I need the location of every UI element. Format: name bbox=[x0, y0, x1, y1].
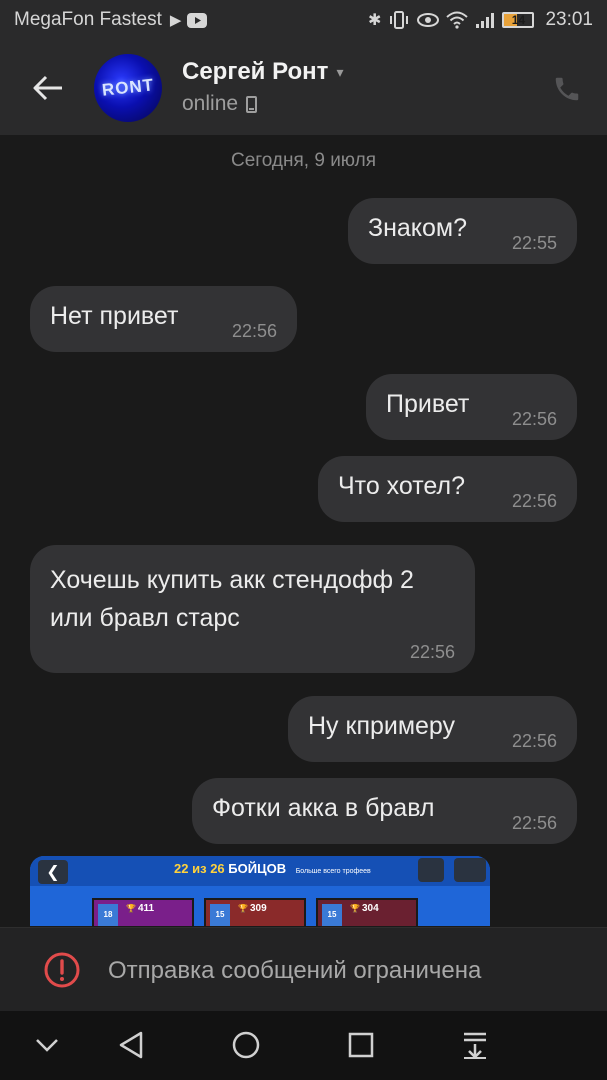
game-title: 22 из 26 БОЙЦОВ Больше всего трофеев bbox=[174, 861, 371, 876]
brawler-card: 15 304 bbox=[316, 898, 418, 926]
brawler-trophies: 309 bbox=[238, 903, 267, 914]
message-text: Знаком? bbox=[368, 214, 468, 242]
game-home-icon bbox=[454, 858, 486, 882]
youtube-icon bbox=[187, 12, 208, 28]
brawler-level: 18 bbox=[98, 904, 118, 926]
brawler-card: 15 309 bbox=[204, 898, 306, 926]
eye-icon bbox=[417, 13, 440, 27]
message-time: 22:56 bbox=[511, 491, 557, 511]
nav-home-button[interactable] bbox=[229, 1028, 263, 1062]
avatar[interactable]: RONT bbox=[94, 54, 162, 122]
message-incoming[interactable]: Нет привет 22:56 bbox=[30, 286, 297, 352]
pull-down-icon bbox=[464, 1032, 486, 1059]
game-profile-icon bbox=[418, 858, 444, 882]
status-time: 23:01 bbox=[545, 9, 593, 30]
message-outgoing[interactable]: Ну кпримеру 22:56 bbox=[288, 696, 577, 762]
brawler-trophies: 411 bbox=[126, 903, 154, 914]
game-header: ❮ 22 из 26 БОЙЦОВ Больше всего трофеев bbox=[30, 856, 490, 886]
battery-icon: 14 bbox=[502, 12, 535, 28]
navigation-bar bbox=[0, 1011, 607, 1080]
back-button[interactable] bbox=[28, 68, 68, 108]
message-outgoing[interactable]: Знаком? 22:55 bbox=[348, 198, 577, 264]
message-text: Фотки акка в бравл bbox=[212, 794, 435, 822]
message-outgoing[interactable]: Фотки акка в бравл 22:56 bbox=[192, 778, 577, 844]
status-text: online bbox=[182, 92, 239, 115]
game-back-icon: ❮ bbox=[38, 860, 68, 884]
message-outgoing[interactable]: Привет 22:56 bbox=[366, 374, 577, 440]
chat-header: RONT Сергей Ронт ▾ online bbox=[0, 40, 607, 135]
message-time: 22:56 bbox=[231, 321, 277, 341]
message-text: Хочешь купить акк стендофф 2 или бравл с… bbox=[50, 566, 414, 632]
square-recents-icon bbox=[348, 1032, 374, 1058]
brawler-card: 18 411 bbox=[92, 898, 194, 926]
restriction-banner: Отправка сообщений ограничена bbox=[0, 927, 607, 1011]
message-time: 22:56 bbox=[511, 813, 557, 833]
wifi-icon bbox=[446, 11, 469, 29]
triangle-back-icon bbox=[119, 1031, 143, 1059]
brawler-level: 15 bbox=[210, 904, 230, 926]
message-time: 22:56 bbox=[409, 642, 455, 662]
carrier-label: MegaFon Fastest bbox=[14, 9, 162, 30]
message-text: Привет bbox=[386, 390, 470, 418]
nav-hide-button[interactable] bbox=[30, 1028, 64, 1062]
call-button[interactable] bbox=[550, 72, 584, 106]
message-time: 22:56 bbox=[511, 409, 557, 429]
message-outgoing[interactable]: Что хотел? 22:56 bbox=[318, 456, 577, 522]
vibrate-icon bbox=[390, 11, 409, 29]
chevron-down-icon: ▾ bbox=[336, 63, 344, 80]
chevron-down-icon bbox=[36, 1039, 58, 1052]
signal-icon bbox=[476, 13, 495, 28]
warning-icon bbox=[44, 952, 80, 988]
play-icon: ▶ bbox=[169, 12, 182, 29]
arrow-left-icon bbox=[33, 75, 62, 101]
nav-notifications-button[interactable] bbox=[458, 1028, 492, 1062]
contact-status: online bbox=[182, 92, 258, 116]
brawler-level: 15 bbox=[322, 904, 342, 926]
contact-name-text: Сергей Ронт bbox=[182, 58, 329, 85]
brawler-trophies: 304 bbox=[350, 903, 379, 914]
message-text: Нет привет bbox=[50, 302, 179, 330]
status-notification-icons: ▶ bbox=[170, 11, 208, 29]
circle-home-icon bbox=[232, 1031, 260, 1059]
nav-back-button[interactable] bbox=[114, 1028, 148, 1062]
message-text: Что хотел? bbox=[338, 472, 465, 500]
contact-name[interactable]: Сергей Ронт ▾ bbox=[182, 58, 343, 86]
date-separator: Сегодня, 9 июля bbox=[230, 150, 377, 171]
status-right: ✱ 14 23:01 bbox=[368, 9, 593, 31]
avatar-text: RONT bbox=[101, 75, 155, 100]
message-time: 22:56 bbox=[511, 731, 557, 751]
message-text: Ну кпримеру bbox=[308, 712, 456, 740]
status-bar: MegaFon Fastest ▶ ✱ 14 23:01 bbox=[0, 0, 607, 40]
message-time: 22:55 bbox=[511, 233, 557, 253]
mobile-device-icon bbox=[246, 95, 258, 113]
bluetooth-icon: ✱ bbox=[368, 12, 382, 29]
restriction-text: Отправка сообщений ограничена bbox=[108, 957, 482, 984]
message-incoming[interactable]: Хочешь купить акк стендофф 2 или бравл с… bbox=[30, 545, 475, 673]
image-message[interactable]: ❮ 22 из 26 БОЙЦОВ Больше всего трофеев 1… bbox=[30, 856, 490, 926]
phone-icon bbox=[555, 77, 579, 101]
nav-recents-button[interactable] bbox=[344, 1028, 378, 1062]
